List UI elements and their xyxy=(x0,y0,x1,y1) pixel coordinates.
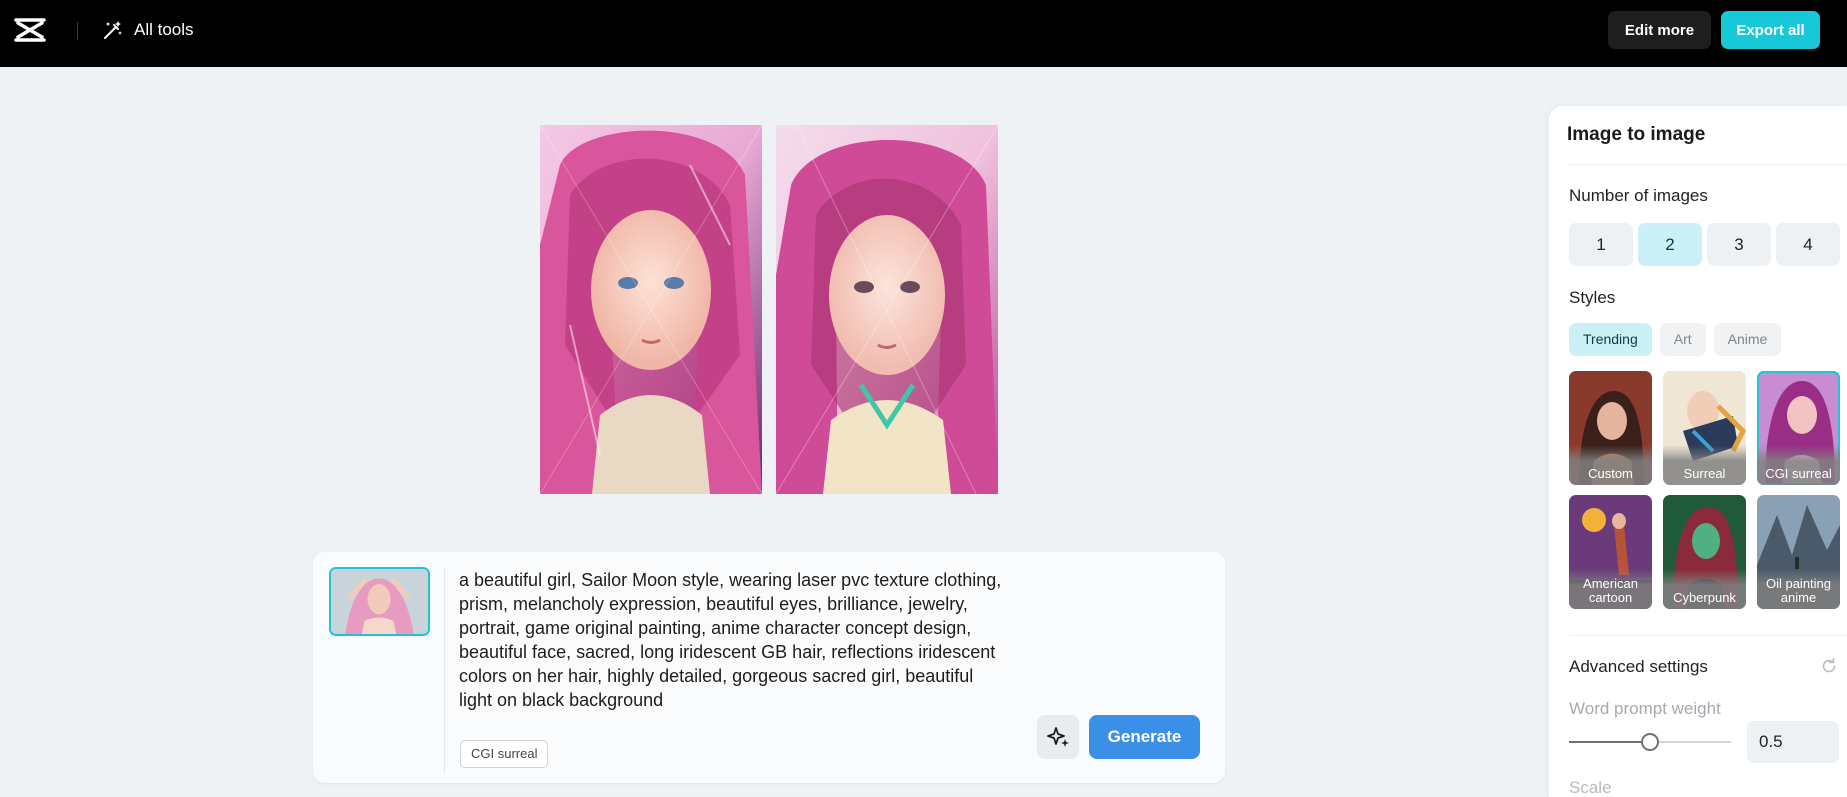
styles-label: Styles xyxy=(1569,288,1616,307)
image-to-image-panel: Image to image Number of images 1 2 3 4 … xyxy=(1549,106,1847,797)
style-card-label: Cyberpunk xyxy=(1663,569,1746,609)
reset-icon[interactable] xyxy=(1820,657,1838,675)
style-grid: Custom Surreal CGI surreal American cart… xyxy=(1569,371,1840,609)
style-card-label: Oil painting anime xyxy=(1757,569,1840,609)
word-prompt-weight-input[interactable]: 0.5 xyxy=(1747,721,1839,763)
all-tools-label: All tools xyxy=(134,20,194,39)
panel-title: Image to image xyxy=(1567,124,1706,145)
prompt-magic-button[interactable] xyxy=(1037,715,1079,759)
prompt-panel: a beautiful girl, Sailor Moon style, wea… xyxy=(313,552,1225,783)
reference-image xyxy=(331,569,428,634)
generated-portrait-image xyxy=(776,125,998,494)
topbar-divider xyxy=(77,22,78,40)
result-image-1[interactable] xyxy=(540,125,762,494)
number-option-4[interactable]: 4 xyxy=(1776,223,1840,266)
selected-style-tag[interactable]: CGI surreal xyxy=(460,740,549,768)
advanced-settings-label: Advanced settings xyxy=(1569,657,1708,676)
prompt-textarea[interactable]: a beautiful girl, Sailor Moon style, wea… xyxy=(459,568,1009,712)
result-image-2[interactable] xyxy=(776,125,998,494)
edit-more-button[interactable]: Edit more xyxy=(1608,11,1711,49)
capcut-logo-icon[interactable] xyxy=(14,17,46,43)
sparkle-icon xyxy=(1047,727,1069,747)
generated-portrait-image xyxy=(540,125,762,494)
style-card-cgi-surreal[interactable]: CGI surreal xyxy=(1757,371,1840,485)
slider-thumb[interactable] xyxy=(1641,733,1659,751)
number-of-images-label: Number of images xyxy=(1569,186,1708,205)
style-card-oil-painting-anime[interactable]: Oil painting anime xyxy=(1757,495,1840,609)
style-card-custom[interactable]: Custom xyxy=(1569,371,1652,485)
style-card-american-cartoon[interactable]: American cartoon xyxy=(1569,495,1652,609)
number-option-2[interactable]: 2 xyxy=(1638,223,1702,266)
style-card-label: CGI surreal xyxy=(1757,445,1840,485)
style-card-cyberpunk[interactable]: Cyberpunk xyxy=(1663,495,1746,609)
prompt-divider xyxy=(444,568,445,773)
word-prompt-weight-slider[interactable] xyxy=(1569,733,1731,751)
all-tools-button[interactable]: All tools xyxy=(102,17,194,43)
word-prompt-weight-label: Word prompt weight xyxy=(1569,699,1721,718)
advanced-divider xyxy=(1569,635,1847,636)
style-tabs: Trending Art Anime xyxy=(1569,323,1782,356)
generate-button[interactable]: Generate xyxy=(1089,715,1200,759)
number-option-1[interactable]: 1 xyxy=(1569,223,1633,266)
number-of-images-selector: 1 2 3 4 xyxy=(1569,223,1840,266)
magic-wand-icon xyxy=(104,21,122,39)
tab-anime[interactable]: Anime xyxy=(1713,323,1782,356)
style-card-label: Custom xyxy=(1569,445,1652,485)
tab-art[interactable]: Art xyxy=(1659,323,1706,356)
style-card-label: Surreal xyxy=(1663,445,1746,485)
export-all-button[interactable]: Export all xyxy=(1721,11,1820,49)
style-card-surreal[interactable]: Surreal xyxy=(1663,371,1746,485)
tab-trending[interactable]: Trending xyxy=(1569,323,1652,356)
number-option-3[interactable]: 3 xyxy=(1707,223,1771,266)
top-bar: All tools Edit more Export all xyxy=(0,0,1847,67)
slider-fill xyxy=(1569,741,1650,743)
panel-divider xyxy=(1567,164,1847,165)
style-card-label: American cartoon xyxy=(1569,569,1652,609)
reference-image-thumbnail[interactable] xyxy=(329,567,430,636)
scale-label: Scale xyxy=(1569,778,1612,797)
